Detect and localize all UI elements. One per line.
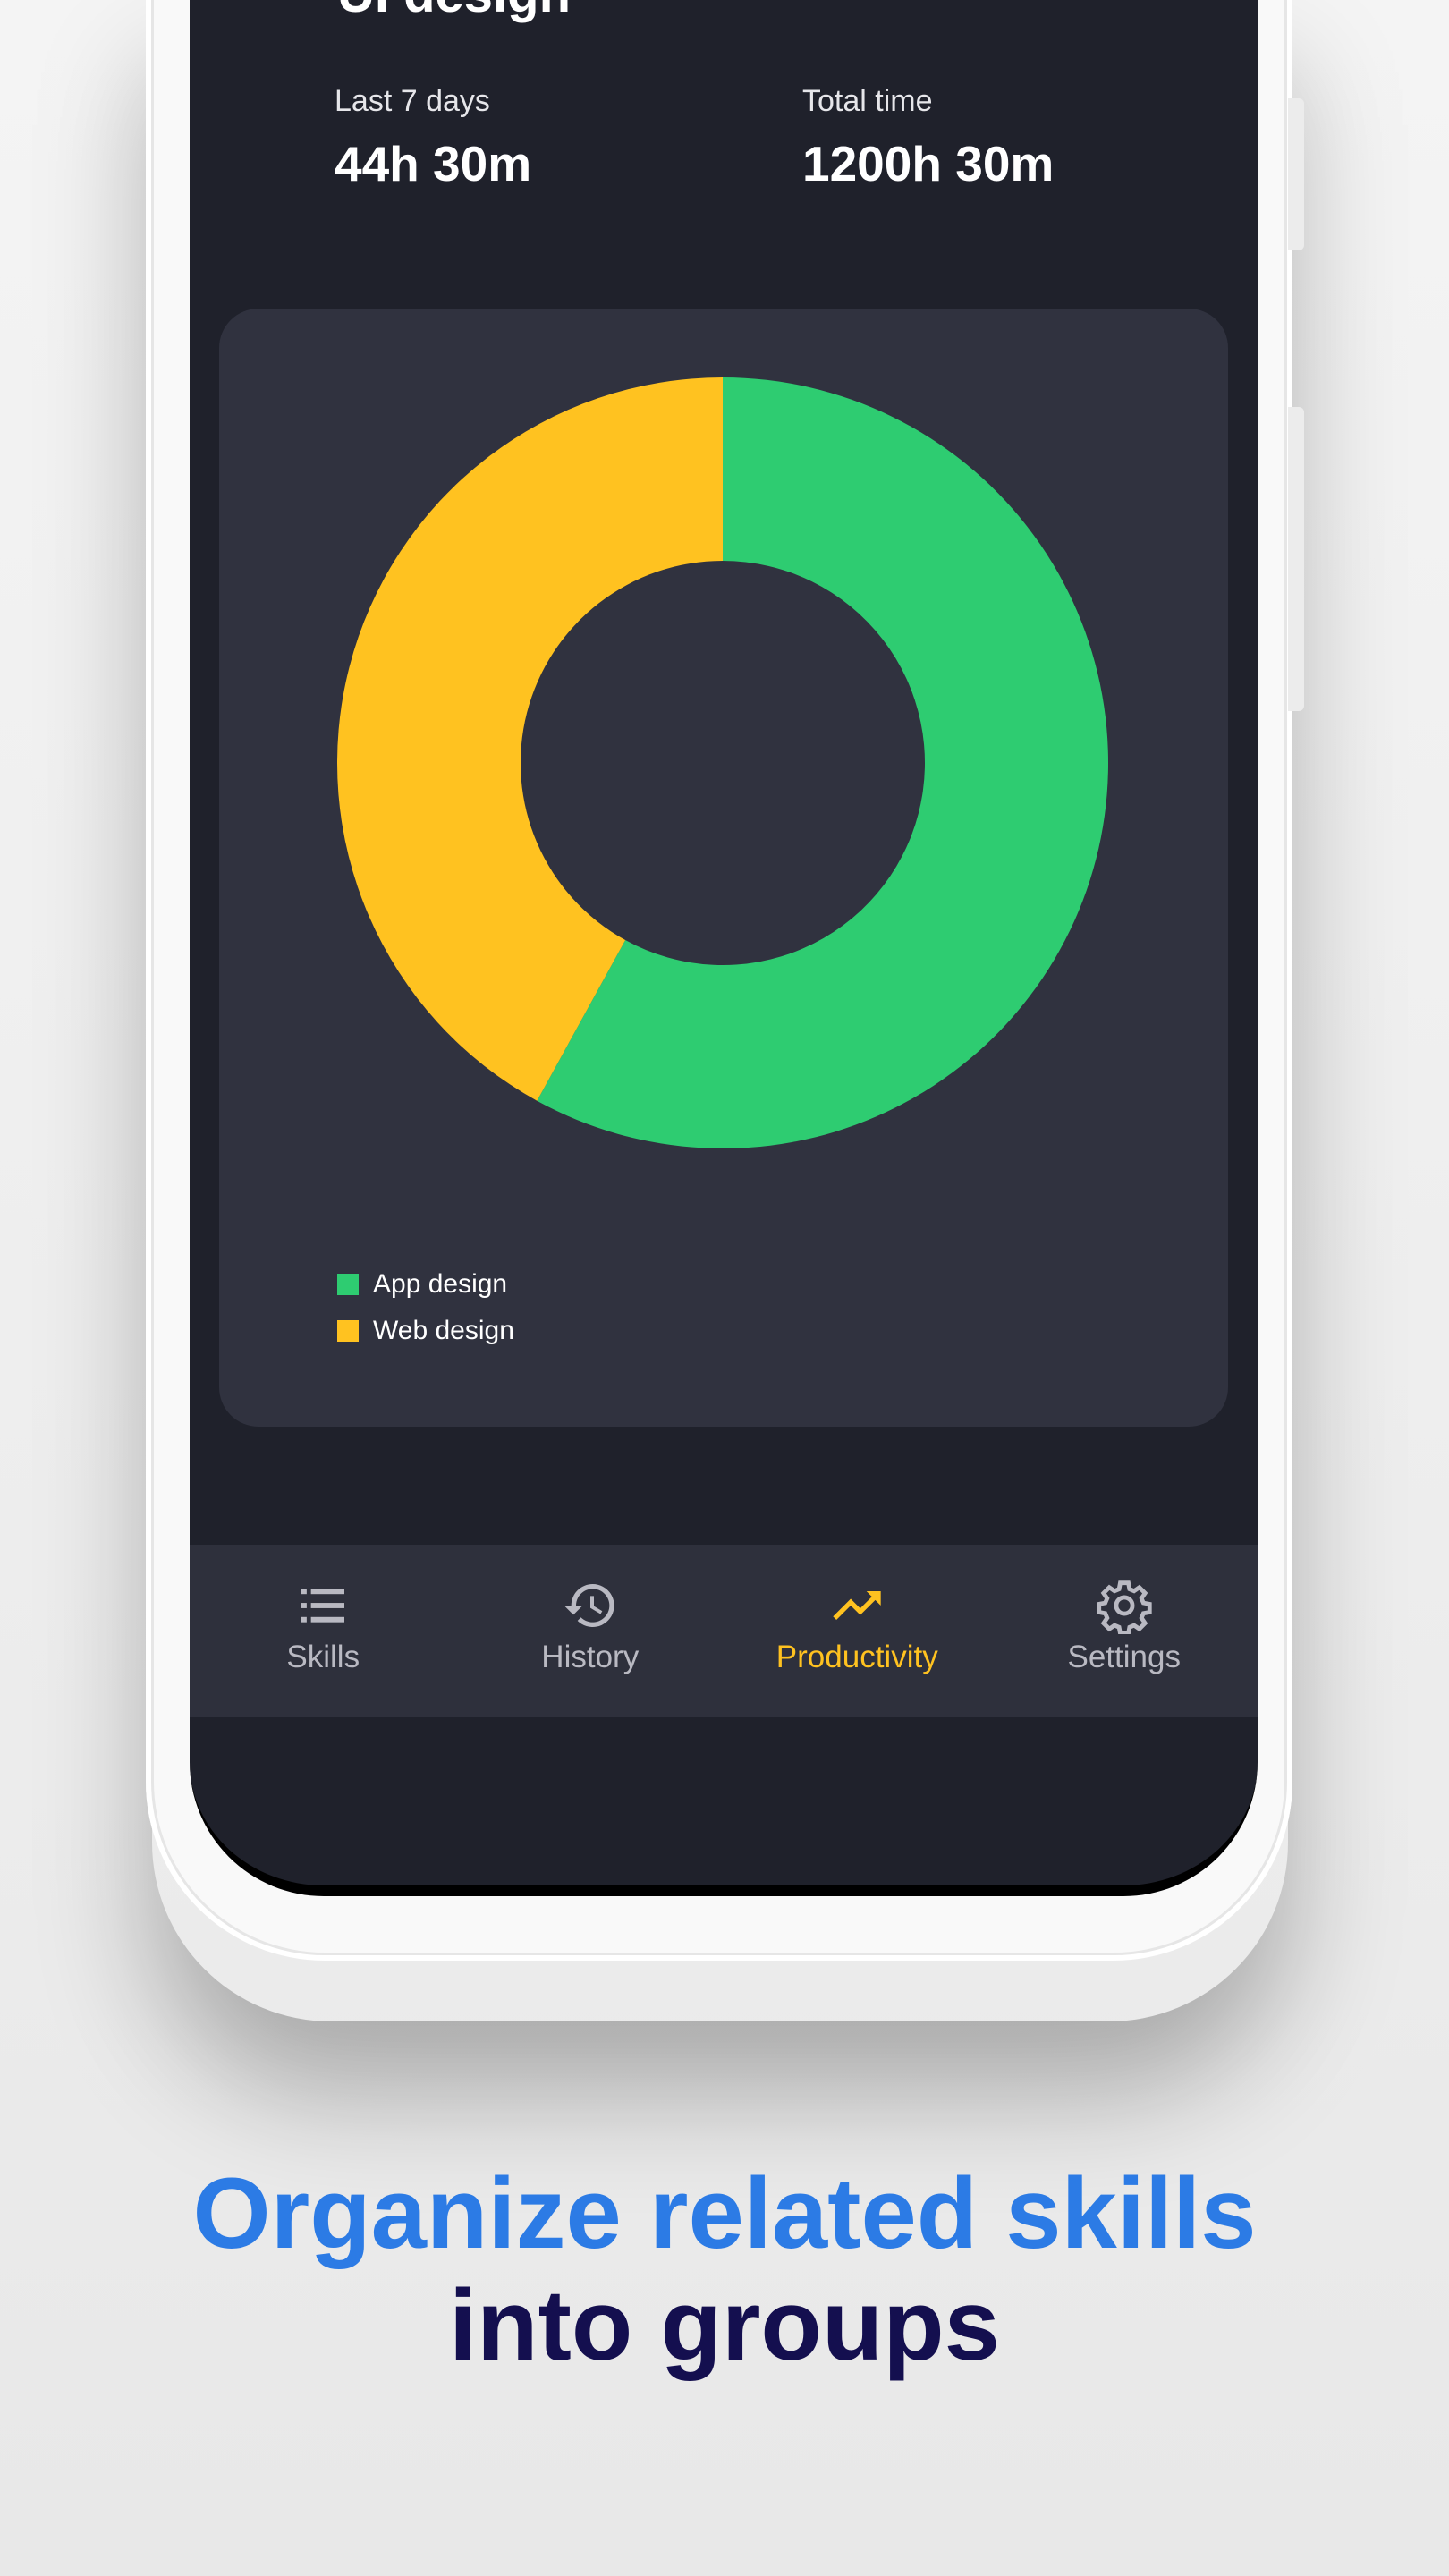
nav-item-productivity[interactable]: Productivity — [724, 1545, 991, 1717]
trending-up-icon — [833, 1591, 881, 1620]
legend-label: App design — [373, 1269, 508, 1299]
legend-swatch — [337, 1320, 359, 1342]
side-button — [1288, 98, 1304, 250]
stat-value: 1200h 30m — [802, 136, 1055, 191]
stat-label: Last 7 days — [335, 84, 490, 118]
legend-item-app-design: App design — [337, 1269, 514, 1300]
list-icon — [301, 1589, 345, 1623]
bottom-nav: Skills History Productivity Settings — [190, 1545, 1258, 1717]
caption-line-1: Organize related skills — [192, 2157, 1257, 2269]
stat-last-7-days: Last 7 days 44h 30m — [335, 84, 531, 192]
side-button — [1288, 407, 1304, 711]
legend-item-web-design: Web design — [337, 1316, 514, 1346]
nav-label: Settings — [1067, 1640, 1181, 1674]
nav-item-history[interactable]: History — [457, 1545, 724, 1717]
stat-total-time: Total time 1200h 30m — [802, 84, 1054, 192]
nav-item-skills[interactable]: Skills — [190, 1545, 457, 1717]
chart-legend: App design Web design — [337, 1269, 514, 1362]
caption-line-2: into groups — [449, 2269, 1000, 2381]
phone-screen: UI design Last 7 days 44h 30m Total time… — [190, 0, 1258, 1896]
nav-label: Productivity — [775, 1640, 938, 1674]
nav-item-settings[interactable]: Settings — [991, 1545, 1258, 1717]
legend-label: Web design — [373, 1316, 514, 1345]
nav-label: Skills — [286, 1640, 360, 1674]
gear-icon — [1097, 1580, 1152, 1634]
donut-chart — [336, 377, 1108, 1148]
stat-value: 44h 30m — [335, 136, 532, 191]
chart-card: App design Web design — [219, 309, 1228, 1427]
history-icon — [564, 1584, 614, 1627]
stat-label: Total time — [802, 84, 933, 118]
legend-swatch — [337, 1274, 359, 1295]
nav-label: History — [541, 1640, 640, 1674]
skill-title: UI design — [337, 0, 571, 24]
